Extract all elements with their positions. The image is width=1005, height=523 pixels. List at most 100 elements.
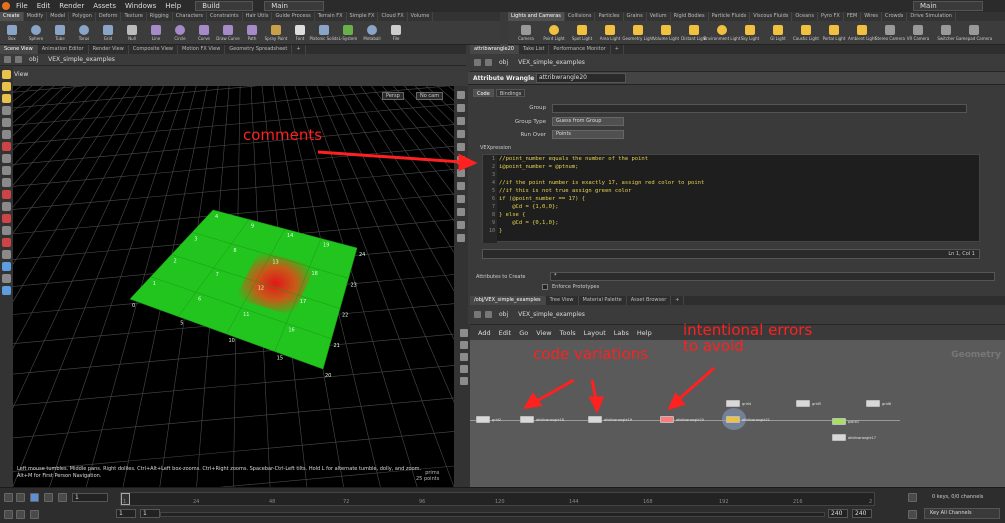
ghost-icon[interactable] xyxy=(457,143,465,151)
path-obj[interactable]: obj xyxy=(496,59,511,66)
view-tool-icon[interactable] xyxy=(2,142,11,151)
menu-help[interactable]: Help xyxy=(162,2,184,10)
stop-icon[interactable] xyxy=(30,493,39,502)
persp-button[interactable]: Persp xyxy=(382,92,404,100)
tool-gi-light[interactable]: GI Light xyxy=(766,21,790,45)
tab-code[interactable]: Code xyxy=(473,89,494,97)
back-icon[interactable] xyxy=(474,311,481,318)
tool-portal-light[interactable]: Portal Light xyxy=(822,21,846,45)
node-attribwrangle21[interactable] xyxy=(726,416,740,423)
tab-tree-view[interactable]: Tree View xyxy=(546,296,579,305)
net-menu-edit[interactable]: Edit xyxy=(499,329,512,337)
shelf-set-main-dropdown[interactable]: Main xyxy=(264,1,325,11)
group-tool-icon[interactable] xyxy=(2,202,11,211)
tab-attribwrangle20[interactable]: attribwrangle20 xyxy=(470,45,519,54)
play-icon[interactable] xyxy=(44,493,53,502)
normals-icon[interactable] xyxy=(457,169,465,177)
tab-motion-fx-view[interactable]: Motion FX View xyxy=(178,45,226,54)
magnet-tool-icon[interactable] xyxy=(2,190,11,199)
rotate-tool-icon[interactable] xyxy=(2,94,11,103)
node-grid4[interactable] xyxy=(726,400,740,407)
menu-windows[interactable]: Windows xyxy=(122,2,159,10)
menu-edit[interactable]: Edit xyxy=(34,2,54,10)
tab-take-list[interactable]: Take List xyxy=(519,45,550,54)
net-menu-add[interactable]: Add xyxy=(478,329,491,337)
tool-caustic-light[interactable]: Caustic Light xyxy=(793,21,819,45)
tool-line[interactable]: Line xyxy=(144,21,168,45)
lighting-icon[interactable] xyxy=(457,104,465,112)
path-node[interactable]: VEX_simple_examples xyxy=(515,59,588,66)
bookmark-icon[interactable] xyxy=(457,234,465,242)
tool-area-light[interactable]: Area Light xyxy=(598,21,622,45)
tool-sphere[interactable]: Sphere xyxy=(24,21,48,45)
menu-file[interactable]: File xyxy=(13,2,31,10)
end-frame-field[interactable]: 240 xyxy=(828,509,848,518)
network-tool-icon[interactable] xyxy=(460,365,468,373)
tab-bindings[interactable]: Bindings xyxy=(495,89,526,97)
net-menu-help[interactable]: Help xyxy=(637,329,652,337)
display-tool-icon[interactable] xyxy=(2,286,11,295)
node-attribwrangle20[interactable] xyxy=(660,416,674,423)
realtime-icon[interactable] xyxy=(4,510,13,519)
tool-distant-light[interactable]: Distant Light xyxy=(681,21,707,45)
node-attribwrangle17[interactable] xyxy=(832,434,846,441)
light-tool-icon[interactable] xyxy=(2,274,11,283)
shelf-set-main-right-dropdown[interactable]: Main xyxy=(913,1,983,11)
tool-grid[interactable]: Grid xyxy=(96,21,120,45)
pin-tool-icon[interactable] xyxy=(2,214,11,223)
add-tab-button[interactable]: + xyxy=(292,45,306,54)
handle-tool-icon[interactable] xyxy=(2,118,11,127)
tool-curve[interactable]: Curve xyxy=(192,21,216,45)
step-back-icon[interactable] xyxy=(16,493,25,502)
tool-sky-light[interactable]: Sky Light xyxy=(738,21,762,45)
paint-tool-icon[interactable] xyxy=(2,178,11,187)
tool-font[interactable]: Font xyxy=(288,21,312,45)
houdini-logo-icon[interactable] xyxy=(2,2,10,10)
grid-visibility-icon[interactable] xyxy=(457,208,465,216)
tool-circle[interactable]: Circle xyxy=(168,21,192,45)
start-frame-field[interactable]: 1 xyxy=(116,509,136,518)
timeline-track[interactable]: 1 24 48 72 96 120 144 168 192 216 2 xyxy=(120,492,875,506)
range-slider[interactable] xyxy=(160,512,825,517)
node-grid5[interactable] xyxy=(796,400,810,407)
group-type-dropdown[interactable]: Guess from Group xyxy=(552,117,624,126)
run-over-dropdown[interactable]: Points xyxy=(552,130,624,139)
attributes-to-create-field[interactable]: * xyxy=(550,272,995,281)
tool-file[interactable]: File xyxy=(384,21,408,45)
node-point1[interactable] xyxy=(832,418,846,425)
key-all-channels-button[interactable]: Key All Channels xyxy=(924,508,1000,519)
tab-scene-view[interactable]: Scene View xyxy=(0,45,38,54)
add-tab-button[interactable]: + xyxy=(611,45,624,54)
tool-point-light[interactable]: Point Light xyxy=(542,21,566,45)
snapshot-icon[interactable] xyxy=(457,182,465,190)
tool-draw-curve[interactable]: Draw Curve xyxy=(216,21,240,45)
key-mode-icon[interactable] xyxy=(908,510,917,519)
node-attribwrangle19[interactable] xyxy=(588,416,602,423)
tool-environment-light[interactable]: Environment Light xyxy=(704,21,740,45)
tool-platonic[interactable]: Platonic Solids xyxy=(310,21,338,45)
node-name-field[interactable]: attribwrangle20 xyxy=(536,73,626,83)
select-tool-icon[interactable] xyxy=(2,70,11,79)
scale-tool-icon[interactable] xyxy=(2,106,11,115)
menu-render[interactable]: Render xyxy=(56,2,87,10)
start-frame-field-2[interactable]: 1 xyxy=(140,509,160,518)
net-menu-go[interactable]: Go xyxy=(519,329,528,337)
tool-torus[interactable]: Torus xyxy=(72,21,96,45)
shelf-tab-volume[interactable]: Volume xyxy=(408,12,434,21)
network-tool-icon[interactable] xyxy=(460,353,468,361)
net-menu-layout[interactable]: Layout xyxy=(584,329,606,337)
network-tool-icon[interactable] xyxy=(460,329,468,337)
camera-lock-icon[interactable] xyxy=(457,221,465,229)
end-frame-field-2[interactable]: 240 xyxy=(852,509,872,518)
tool-null[interactable]: Null xyxy=(120,21,144,45)
tool-camera[interactable]: Camera xyxy=(514,21,538,45)
forward-icon[interactable] xyxy=(485,311,492,318)
tool-path[interactable]: Path xyxy=(240,21,264,45)
keyframe-icon[interactable] xyxy=(908,493,917,502)
tool-spot-light[interactable]: Spot Light xyxy=(570,21,594,45)
tab-animation-editor[interactable]: Animation Editor xyxy=(38,45,89,54)
net-menu-tools[interactable]: Tools xyxy=(560,329,576,337)
step-forward-icon[interactable] xyxy=(58,493,67,502)
tab-render-view[interactable]: Render View xyxy=(89,45,129,54)
camera-button[interactable]: No cam xyxy=(416,92,444,100)
